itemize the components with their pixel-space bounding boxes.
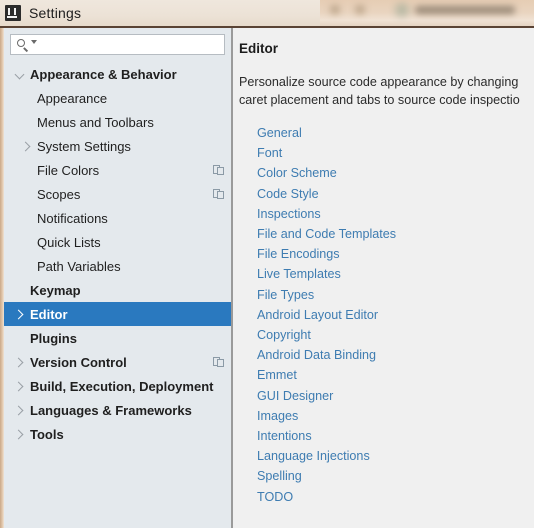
sidebar-item-label: Languages & Frameworks [30, 402, 192, 418]
sidebar-item-editor[interactable]: Editor [4, 302, 231, 326]
link-code-style[interactable]: Code Style [257, 184, 319, 204]
intellij-idea-icon [5, 5, 21, 21]
editor-subsection-links: General Font Color Scheme Code Style Inspect… [239, 123, 534, 507]
sidebar-item-system-settings[interactable]: System Settings [4, 134, 231, 158]
sidebar-item-tools[interactable]: Tools [4, 422, 231, 446]
sidebar-item-label: Appearance [37, 90, 108, 106]
link-font[interactable]: Font [257, 143, 282, 163]
chevron-down-icon[interactable] [14, 69, 25, 80]
link-color-scheme[interactable]: Color Scheme [257, 163, 337, 183]
sidebar-item-label: Quick Lists [37, 234, 101, 250]
chevron-right-icon[interactable] [14, 429, 25, 440]
link-file-types[interactable]: File Types [257, 285, 314, 305]
link-images[interactable]: Images [257, 406, 298, 426]
page-title: Editor [239, 41, 278, 56]
sidebar-item-quick-lists[interactable]: Quick Lists [4, 230, 231, 254]
sidebar-item-path-variables[interactable]: Path Variables [4, 254, 231, 278]
chevron-right-icon[interactable] [14, 381, 25, 392]
copy-icon[interactable] [213, 164, 225, 176]
link-spelling[interactable]: Spelling [257, 466, 302, 486]
link-todo[interactable]: TODO [257, 487, 293, 507]
sidebar-item-label: Scopes [37, 186, 81, 202]
sidebar-item-label: Keymap [30, 282, 81, 298]
sidebar-item-version-control[interactable]: Version Control [4, 350, 231, 374]
chevron-right-icon[interactable] [14, 309, 25, 320]
sidebar-item-label: Path Variables [37, 258, 121, 274]
sidebar-item-label: File Colors [37, 162, 100, 178]
link-copyright[interactable]: Copyright [257, 325, 311, 345]
link-file-and-code-templates[interactable]: File and Code Templates [257, 224, 396, 244]
sidebar-item-label: Tools [30, 426, 64, 442]
sidebar-item-label: Plugins [30, 330, 77, 346]
sidebar-item-appearance[interactable]: Appearance [4, 86, 231, 110]
sidebar-item-plugins[interactable]: Plugins [4, 326, 231, 350]
link-file-encodings[interactable]: File Encodings [257, 244, 340, 264]
chevron-right-icon[interactable] [14, 357, 25, 368]
settings-tree: Appearance & Behavior Appearance Menus and… [4, 62, 231, 446]
settings-dialog: Settings Appearance & Behavior Appearance… [0, 0, 534, 528]
sidebar-item-label: Notifications [37, 210, 108, 226]
sidebar-item-label: Version Control [30, 354, 127, 370]
sidebar-item-label: Editor [30, 306, 68, 322]
search-icon [16, 38, 30, 52]
sidebar-item-label: System Settings [37, 138, 131, 154]
sidebar-item-keymap[interactable]: Keymap [4, 278, 231, 302]
settings-sidebar: Appearance & Behavior Appearance Menus and… [4, 28, 231, 528]
link-emmet[interactable]: Emmet [257, 365, 297, 385]
chevron-right-icon[interactable] [21, 141, 32, 152]
chevron-right-icon[interactable] [14, 405, 25, 416]
sidebar-item-label: Appearance & Behavior [30, 66, 177, 82]
link-android-layout-editor[interactable]: Android Layout Editor [257, 305, 378, 325]
sidebar-item-file-colors[interactable]: File Colors [4, 158, 231, 182]
page-description: Personalize source code appearance by ch… [239, 75, 520, 107]
link-inspections[interactable]: Inspections [257, 204, 321, 224]
sidebar-item-menus-and-toolbars[interactable]: Menus and Toolbars [4, 110, 231, 134]
search-box[interactable] [10, 34, 225, 55]
window-titlebar: Settings [0, 0, 320, 26]
link-gui-designer[interactable]: GUI Designer [257, 386, 333, 406]
sidebar-item-build-execution-deployment[interactable]: Build, Execution, Deployment [4, 374, 231, 398]
settings-window-screenshot: Settings Appearance & Behavior Appearance… [0, 0, 534, 528]
copy-icon[interactable] [213, 356, 225, 368]
sidebar-item-appearance-behavior[interactable]: Appearance & Behavior [4, 62, 231, 86]
link-intentions[interactable]: Intentions [257, 426, 312, 446]
sidebar-item-label: Build, Execution, Deployment [30, 378, 214, 394]
sidebar-item-notifications[interactable]: Notifications [4, 206, 231, 230]
window-title: Settings [29, 5, 82, 21]
link-language-injections[interactable]: Language Injections [257, 446, 370, 466]
sidebar-item-label: Menus and Toolbars [37, 114, 154, 130]
sidebar-item-languages-frameworks[interactable]: Languages & Frameworks [4, 398, 231, 422]
link-general[interactable]: General [257, 123, 302, 143]
link-android-data-binding[interactable]: Android Data Binding [257, 345, 376, 365]
search-input[interactable] [37, 36, 224, 53]
settings-content-panel: Editor Personalize source code appearanc… [233, 28, 534, 528]
sidebar-item-scopes[interactable]: Scopes [4, 182, 231, 206]
link-live-templates[interactable]: Live Templates [257, 264, 341, 284]
copy-icon[interactable] [213, 188, 225, 200]
